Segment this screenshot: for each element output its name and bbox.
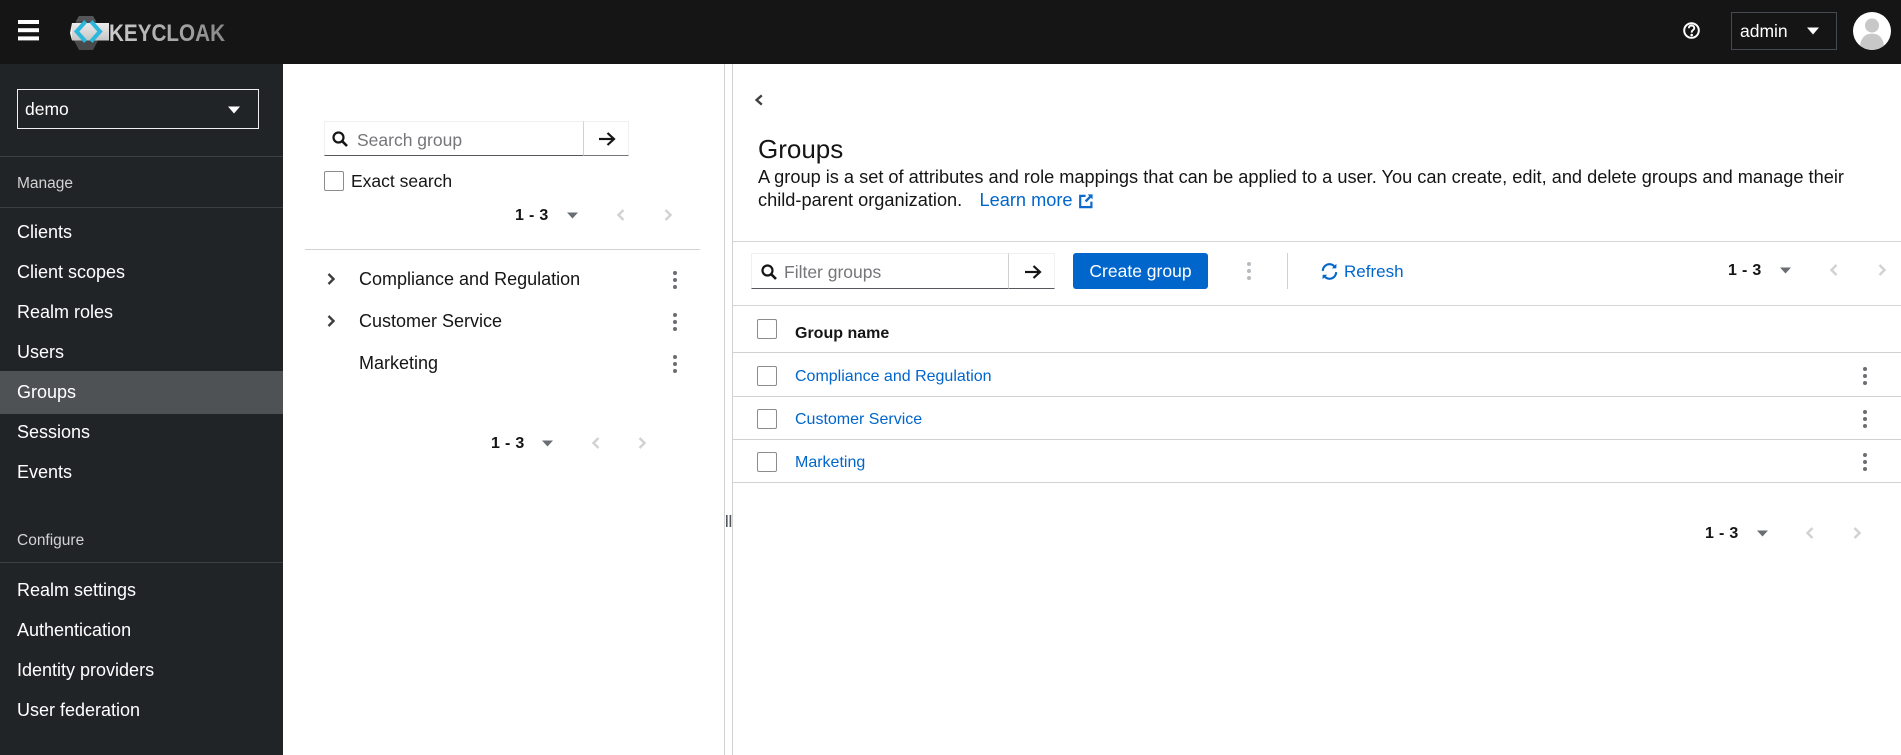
- svg-text:KEYCLOAK: KEYCLOAK: [109, 20, 226, 47]
